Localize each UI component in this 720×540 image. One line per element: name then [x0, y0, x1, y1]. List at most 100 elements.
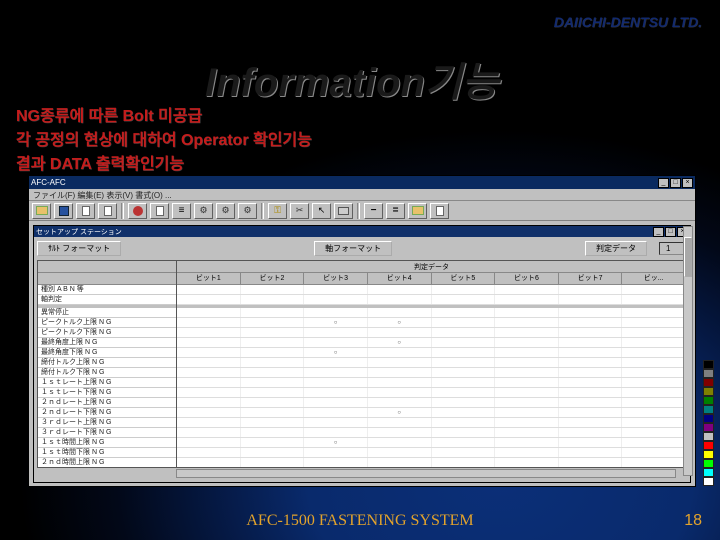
- table-cell[interactable]: [177, 308, 241, 317]
- table-cell[interactable]: [559, 378, 623, 387]
- table-cell[interactable]: [432, 398, 496, 407]
- table-cell[interactable]: [368, 428, 432, 437]
- table-cell[interactable]: [559, 358, 623, 367]
- color-swatch[interactable]: [703, 423, 714, 432]
- table-cell[interactable]: ○: [304, 318, 368, 327]
- table-cell[interactable]: [368, 295, 432, 304]
- toolbar-open-button[interactable]: [32, 203, 51, 219]
- tab-salt-format[interactable]: ｻﾙﾄ フォーマット: [37, 241, 121, 256]
- table-cell[interactable]: [495, 388, 559, 397]
- table-cell[interactable]: [559, 318, 623, 327]
- table-cell[interactable]: [304, 295, 368, 304]
- table-cell[interactable]: [432, 448, 496, 457]
- table-cell[interactable]: [368, 398, 432, 407]
- table-cell[interactable]: ○: [368, 338, 432, 347]
- table-cell[interactable]: [241, 458, 305, 467]
- table-cell[interactable]: [241, 438, 305, 447]
- table-cell[interactable]: [177, 398, 241, 407]
- table-cell[interactable]: [495, 348, 559, 357]
- table-cell[interactable]: [368, 348, 432, 357]
- table-cell[interactable]: [559, 398, 623, 407]
- table-cell[interactable]: [432, 285, 496, 294]
- table-cell[interactable]: [622, 328, 686, 337]
- table-cell[interactable]: [495, 438, 559, 447]
- toolbar-new-button[interactable]: [76, 203, 95, 219]
- table-cell[interactable]: [304, 368, 368, 377]
- table-cell[interactable]: [495, 458, 559, 467]
- table-cell[interactable]: [495, 398, 559, 407]
- table-cell[interactable]: [304, 285, 368, 294]
- table-cell[interactable]: [177, 318, 241, 327]
- table-cell[interactable]: [559, 295, 623, 304]
- color-swatch[interactable]: [703, 468, 714, 477]
- table-cell[interactable]: [495, 448, 559, 457]
- table-cell[interactable]: [622, 295, 686, 304]
- table-cell[interactable]: [559, 418, 623, 427]
- grid-vscrollbar[interactable]: [683, 226, 693, 476]
- child-minimize-button[interactable]: _: [653, 227, 664, 237]
- table-cell[interactable]: [241, 418, 305, 427]
- table-cell[interactable]: [622, 458, 686, 467]
- table-cell[interactable]: [241, 408, 305, 417]
- table-cell[interactable]: [622, 448, 686, 457]
- tab-judgement-data[interactable]: 判定データ: [585, 241, 647, 256]
- table-cell[interactable]: [622, 308, 686, 317]
- table-cell[interactable]: [622, 408, 686, 417]
- table-cell[interactable]: [559, 328, 623, 337]
- child-maximize-button[interactable]: □: [665, 227, 676, 237]
- table-cell[interactable]: [622, 428, 686, 437]
- table-cell[interactable]: [432, 348, 496, 357]
- table-cell[interactable]: [368, 448, 432, 457]
- table-cell[interactable]: [304, 338, 368, 347]
- color-swatch[interactable]: [703, 396, 714, 405]
- maximize-button[interactable]: □: [670, 178, 681, 188]
- table-cell[interactable]: [622, 358, 686, 367]
- table-cell[interactable]: [304, 308, 368, 317]
- table-cell[interactable]: [304, 458, 368, 467]
- toolbar-doc2-button[interactable]: [98, 203, 117, 219]
- table-cell[interactable]: [241, 388, 305, 397]
- table-cell[interactable]: [432, 358, 496, 367]
- table-cell[interactable]: [495, 418, 559, 427]
- table-cell[interactable]: [304, 378, 368, 387]
- toolbar-equal-button[interactable]: =: [386, 203, 405, 219]
- table-cell[interactable]: [304, 328, 368, 337]
- table-cell[interactable]: [177, 328, 241, 337]
- table-cell[interactable]: [622, 438, 686, 447]
- table-cell[interactable]: [495, 408, 559, 417]
- table-cell[interactable]: [432, 308, 496, 317]
- table-cell[interactable]: [304, 398, 368, 407]
- table-cell[interactable]: [177, 378, 241, 387]
- table-cell[interactable]: [495, 378, 559, 387]
- table-cell[interactable]: [495, 308, 559, 317]
- toolbar-cut-button[interactable]: ✂: [290, 203, 309, 219]
- table-cell[interactable]: [241, 308, 305, 317]
- table-cell[interactable]: [177, 338, 241, 347]
- table-cell[interactable]: [559, 368, 623, 377]
- color-swatch[interactable]: [703, 441, 714, 450]
- color-swatch[interactable]: [703, 387, 714, 396]
- table-cell[interactable]: [177, 285, 241, 294]
- table-cell[interactable]: [432, 328, 496, 337]
- table-cell[interactable]: [177, 368, 241, 377]
- table-cell[interactable]: [241, 398, 305, 407]
- table-cell[interactable]: [241, 338, 305, 347]
- table-cell[interactable]: [559, 438, 623, 447]
- table-cell[interactable]: [177, 295, 241, 304]
- table-cell[interactable]: [241, 348, 305, 357]
- table-cell[interactable]: [622, 418, 686, 427]
- tab-axis-format[interactable]: 軸フォーマット: [314, 241, 392, 256]
- table-cell[interactable]: [241, 318, 305, 327]
- table-cell[interactable]: [559, 348, 623, 357]
- table-cell[interactable]: [304, 418, 368, 427]
- table-cell[interactable]: [622, 348, 686, 357]
- table-cell[interactable]: [177, 428, 241, 437]
- color-swatch[interactable]: [703, 450, 714, 459]
- table-cell[interactable]: [177, 348, 241, 357]
- table-cell[interactable]: [241, 285, 305, 294]
- table-cell[interactable]: [432, 458, 496, 467]
- table-cell[interactable]: [559, 388, 623, 397]
- table-cell[interactable]: [432, 408, 496, 417]
- table-cell[interactable]: [241, 448, 305, 457]
- minimize-button[interactable]: _: [658, 178, 669, 188]
